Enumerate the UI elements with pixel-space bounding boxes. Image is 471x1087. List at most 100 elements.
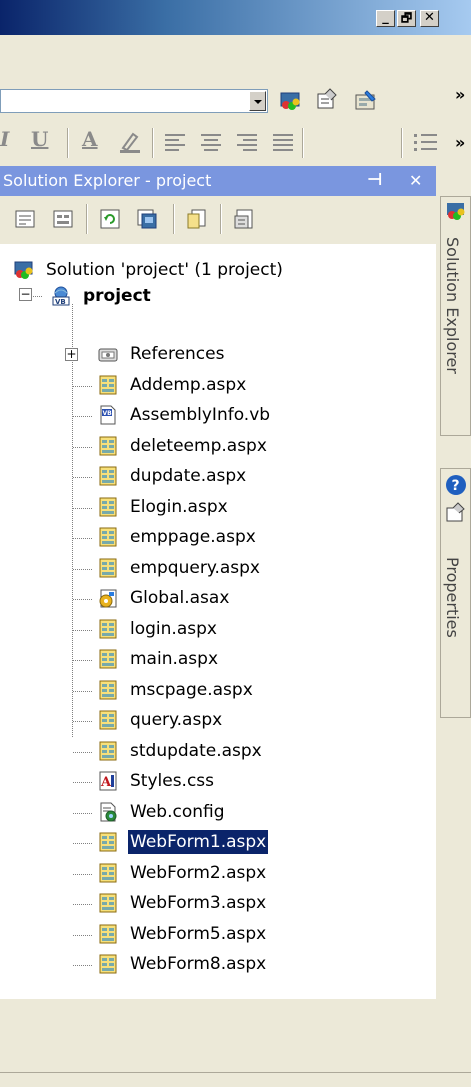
tree-item-label: References [130,344,225,364]
tree-item-label: Global.asax [130,588,230,608]
menu-bar [0,35,471,73]
webform-icon [99,863,117,883]
tree-connector [73,508,93,509]
toolbar-separator [220,204,222,234]
tree-connector [73,904,93,905]
tree-connector [73,874,93,875]
solution-explorer-icon[interactable] [279,90,301,112]
tree-item-label: Addemp.aspx [130,375,247,395]
tree-item-label: Elogin.aspx [130,497,228,517]
panel-title: Solution Explorer - project [3,171,212,190]
solution-explorer-tab[interactable]: Solution Explorer [440,196,471,436]
tree-item-label: WebForm5.aspx [130,924,267,944]
tree-connector [73,477,93,478]
vb-file-icon: VB [100,405,116,425]
vb-project-icon: VB [52,286,70,306]
tree-connector [73,660,93,661]
toolbar-separator [173,204,175,234]
chevron-down-icon[interactable] [249,91,266,111]
tree-item-label: query.aspx [130,710,223,730]
webform-icon [99,832,117,852]
svg-text:A: A [100,775,112,790]
tree-item-label: AssemblyInfo.vb [130,405,271,425]
tree-connector [73,965,93,966]
webform-icon [99,649,117,669]
properties-tab[interactable]: ? Properties [440,468,471,718]
collapse-toggle[interactable]: − [19,288,32,301]
webform-icon [99,741,117,761]
properties-icon[interactable] [316,88,338,110]
copy-project-icon[interactable] [186,208,208,230]
properties-icon [446,502,465,522]
tree-connector [73,569,93,570]
toolbar-overflow-button[interactable]: » [455,87,465,103]
tree-connector [72,304,73,737]
show-all-files-icon[interactable] [136,208,158,230]
webform-icon [99,466,117,486]
properties-icon[interactable] [233,208,255,230]
pin-icon[interactable]: ⊣ [367,170,383,190]
properties-tab-label: Properties [443,557,462,638]
help-icon: ? [446,475,466,495]
tree-connector [73,813,93,814]
font-color-button[interactable]: A [82,127,98,151]
minimize-button[interactable]: _ [376,10,395,27]
bullet-list-icon[interactable] [413,131,439,155]
tree-item-label: dupdate.aspx [130,466,247,486]
status-bar [0,1072,471,1087]
webform-icon [99,954,117,974]
toolbox-icon[interactable] [355,89,377,111]
svg-text:VB: VB [103,410,113,417]
webform-icon [99,558,117,578]
tree-connector [73,630,93,631]
toolbar-separator [152,128,154,158]
tree-item-label: mscpage.aspx [130,680,253,700]
refresh-icon[interactable] [99,208,121,230]
tree-connector [73,691,93,692]
css-icon: A [99,771,117,791]
close-icon[interactable]: ✕ [409,171,422,190]
toolbar-overflow-button[interactable]: » [455,135,465,151]
tree-item-label: WebForm1.aspx [126,829,270,855]
tree-item-label: WebForm2.aspx [130,863,267,883]
toolbar-separator [67,128,69,158]
tree-connector [73,386,93,387]
webform-icon [99,619,117,639]
references-icon [98,348,118,362]
tree-connector [73,538,93,539]
tree-item-label: main.aspx [130,649,219,669]
tree-connector [73,843,93,844]
toolbar-separator [86,204,88,234]
webform-icon [99,680,117,700]
tree-connector [73,752,93,753]
solution-label: Solution 'project' (1 project) [46,260,283,280]
project-label: project [83,286,151,306]
tree-connector [73,721,93,722]
solution-explorer-tab-label: Solution Explorer [443,237,462,374]
svg-text:?: ? [452,478,460,494]
webform-icon [99,893,117,913]
tree-connector [73,935,93,936]
italic-button[interactable]: I [0,127,9,151]
alignment-buttons[interactable] [163,131,363,155]
solution-icon [14,261,33,279]
tree-connector [73,782,93,783]
tree-item-label: Styles.css [130,771,215,791]
webform-icon [99,497,117,517]
tree-connector [73,416,93,417]
tree-item-label: deleteemp.aspx [130,436,267,456]
configuration-combo[interactable] [0,89,268,113]
close-window-button[interactable]: ✕ [420,10,439,27]
expand-toggle[interactable]: + [65,348,78,361]
tree-item-label: Web.config [130,802,225,822]
restore-button[interactable]: 🗗 [397,10,416,27]
tree-item-label: empquery.aspx [130,558,260,578]
svg-text:VB: VB [55,298,66,306]
tree-item-label: login.aspx [130,619,217,639]
highlight-icon[interactable] [117,128,143,154]
tree-item-label: WebForm3.aspx [130,893,267,913]
view-code-icon[interactable] [14,208,36,230]
view-designer-icon[interactable] [52,208,74,230]
solution-explorer-icon [447,203,465,220]
underline-button[interactable]: U [31,127,48,151]
